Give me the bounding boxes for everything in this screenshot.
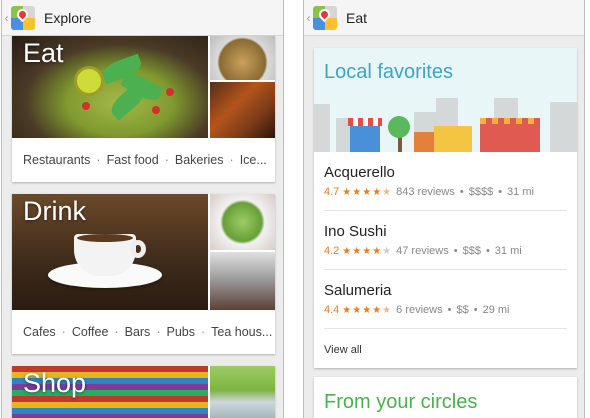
link-tea-houses[interactable]: Tea hous... — [211, 325, 272, 339]
star-icon: ★ — [352, 186, 363, 198]
link-bars[interactable]: Bars — [125, 325, 151, 339]
place-price: $$ — [456, 304, 469, 316]
view-all-link[interactable]: View all — [324, 344, 362, 356]
link-ice-cream[interactable]: Ice... — [240, 153, 267, 167]
action-bar: ‹ Eat — [304, 0, 584, 36]
shop-heading: Shop — [23, 368, 87, 398]
local-favorites-card: Local favorites Acquerello 4.7 ★★★★★ 843 re… — [314, 48, 577, 368]
link-fast-food[interactable]: Fast food — [107, 153, 159, 167]
from-your-circles-card[interactable]: From your circles — [314, 377, 577, 418]
link-coffee[interactable]: Coffee — [72, 325, 109, 339]
place-row[interactable]: Acquerello 4.7 ★★★★★ 843 reviews • $$$$ • 31 mi — [324, 152, 567, 211]
from-your-circles-title: From your circles — [324, 391, 478, 413]
tree-illustration — [388, 116, 410, 138]
link-pubs[interactable]: Pubs — [166, 325, 195, 339]
place-meta: 4.2 ★★★★★ 47 reviews • $$$ • 31 mi — [324, 245, 522, 257]
star-icon: ★ — [342, 245, 353, 257]
place-distance: 31 mi — [494, 245, 522, 257]
star-rating-icons: ★★★★★ — [342, 246, 392, 257]
place-meta: 4.7 ★★★★★ 843 reviews • $$$$ • 31 mi — [324, 186, 534, 198]
star-icon: ★ — [362, 304, 373, 316]
link-restaurants[interactable]: Restaurants — [23, 153, 90, 167]
screen-title: Eat — [346, 9, 368, 26]
place-rating: 4.2 — [324, 245, 340, 257]
shop-card[interactable]: Shop — [12, 366, 275, 418]
star-icon: ★ — [372, 245, 383, 257]
place-reviews: 843 reviews — [396, 186, 455, 198]
place-reviews: 47 reviews — [396, 245, 449, 257]
place-distance: 29 mi — [482, 304, 510, 316]
star-icon: ★ — [342, 186, 353, 198]
places-list: Acquerello 4.7 ★★★★★ 843 reviews • $$$$ • 31 mi… — [314, 152, 577, 329]
place-price: $$$ — [462, 245, 481, 257]
star-icon: ★ — [382, 304, 393, 316]
star-icon: ★ — [372, 304, 383, 316]
screen-title: Explore — [44, 9, 92, 26]
star-icon: ★ — [352, 304, 363, 316]
place-name: Ino Sushi — [324, 223, 387, 240]
place-price: $$$$ — [468, 186, 494, 198]
star-icon: ★ — [362, 186, 373, 198]
star-rating-icons: ★★★★★ — [342, 187, 392, 198]
star-icon: ★ — [342, 304, 353, 316]
star-rating-icons: ★★★★★ — [342, 305, 392, 316]
place-meta: 4.4 ★★★★★ 6 reviews • $$ • 29 mi — [324, 304, 510, 316]
place-name: Salumeria — [324, 282, 392, 299]
drink-links: Cafes · Coffee · Bars · Pubs · Tea hous... — [23, 325, 273, 339]
place-name: Acquerello — [324, 164, 395, 181]
google-maps-icon[interactable] — [313, 5, 337, 30]
eat-card[interactable]: Eat Restaurants · Fast food · Bakeries · Ic… — [12, 36, 275, 182]
link-cafes[interactable]: Cafes — [23, 325, 56, 339]
place-rating: 4.4 — [324, 304, 340, 316]
drink-thumb-2 — [210, 252, 275, 310]
link-bakeries[interactable]: Bakeries — [175, 153, 224, 167]
drink-thumb-1 — [210, 194, 275, 250]
place-row[interactable]: Salumeria 4.4 ★★★★★ 6 reviews • $$ • 29 mi — [324, 270, 567, 329]
eat-heading: Eat — [23, 38, 64, 68]
local-favorites-banner: Local favorites — [314, 48, 577, 152]
google-maps-icon[interactable] — [11, 5, 35, 30]
place-rating: 4.7 — [324, 186, 340, 198]
star-icon: ★ — [382, 245, 393, 257]
up-caret-icon[interactable]: ‹ — [2, 0, 11, 36]
place-reviews: 6 reviews — [396, 304, 443, 316]
eat-thumb-2 — [210, 82, 275, 138]
star-icon: ★ — [362, 245, 373, 257]
drink-card[interactable]: Drink Cafes · Coffee · Bars · Pubs · Tea hou… — [12, 194, 275, 354]
star-icon: ★ — [372, 186, 383, 198]
star-icon: ★ — [382, 186, 393, 198]
eat-thumb-1 — [210, 36, 275, 80]
drink-heading: Drink — [23, 196, 87, 226]
shop-illustration — [350, 122, 380, 152]
action-bar: ‹ Explore — [2, 0, 283, 36]
shop-thumb-1 — [210, 366, 275, 418]
star-icon: ★ — [352, 245, 363, 257]
explore-screen: ‹ Explore Eat Restaurants · Fast food · B — [1, 0, 284, 418]
up-caret-icon[interactable]: ‹ — [304, 0, 313, 36]
place-distance: 31 mi — [507, 186, 534, 198]
place-row[interactable]: Ino Sushi 4.2 ★★★★★ 47 reviews • $$$ • 31 mi — [324, 211, 567, 270]
eat-links: Restaurants · Fast food · Bakeries · Ice... — [23, 153, 267, 167]
local-favorites-title: Local favorites — [324, 61, 453, 83]
eat-screen: ‹ Eat Local favorites Acquerello 4.7 ★★★★★… — [303, 0, 585, 418]
